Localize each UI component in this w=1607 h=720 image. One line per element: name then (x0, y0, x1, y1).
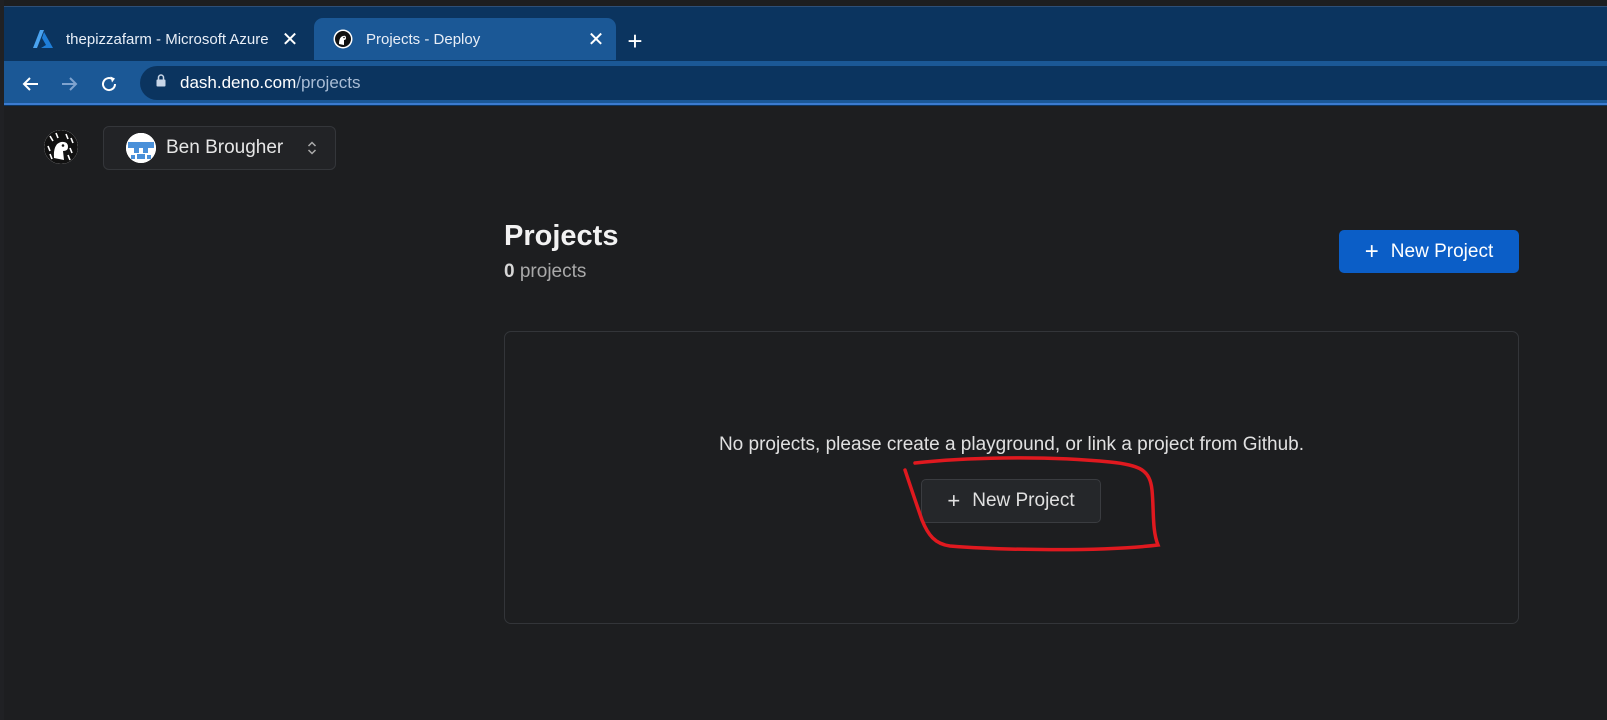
navigation-toolbar: dash.deno.com/projects (4, 61, 1607, 105)
plus-icon: + (627, 25, 643, 56)
close-icon[interactable]: ✕ (276, 25, 304, 53)
arrow-right-icon (62, 77, 78, 91)
user-name: Ben Brougher (166, 137, 284, 158)
deno-icon (332, 28, 354, 50)
reload-icon (102, 76, 117, 92)
avatar (126, 133, 156, 163)
empty-state-new-project-button[interactable]: + New Project (921, 479, 1101, 523)
lock-icon (156, 74, 166, 92)
chevron-updown-icon (307, 140, 317, 156)
project-count: 0 projects (504, 261, 586, 283)
tab-bar: thepizzafarm - Microsoft Azure ✕ Project… (4, 7, 1607, 61)
url-text: dash.deno.com/projects (180, 73, 361, 93)
deno-logo[interactable] (44, 130, 78, 164)
tab-azure[interactable]: thepizzafarm - Microsoft Azure ✕ (14, 18, 310, 60)
back-button[interactable] (16, 69, 46, 99)
arrow-left-icon (22, 77, 38, 91)
address-bar[interactable]: dash.deno.com/projects (140, 66, 1607, 100)
empty-state-button-label: New Project (972, 490, 1075, 511)
browser-chrome: thepizzafarm - Microsoft Azure ✕ Project… (4, 6, 1607, 106)
screen: thepizzafarm - Microsoft Azure ✕ Project… (0, 0, 1607, 720)
reload-button[interactable] (94, 69, 124, 99)
new-tab-button[interactable]: + (620, 26, 650, 56)
page-content: Ben Brougher Projects 0 projects + New P… (4, 106, 1607, 720)
empty-state-message: No projects, please create a playground,… (718, 434, 1305, 455)
new-project-button[interactable]: + New Project (1339, 230, 1519, 273)
empty-state-card: No projects, please create a playground,… (504, 331, 1519, 624)
project-count-number: 0 (504, 261, 515, 282)
plus-icon: + (947, 488, 961, 513)
account-switcher[interactable]: Ben Brougher (103, 126, 336, 170)
page-title: Projects (504, 220, 619, 252)
forward-button[interactable] (54, 69, 84, 99)
close-icon[interactable]: ✕ (582, 25, 610, 53)
url-path: /projects (296, 73, 361, 92)
plus-icon: + (1364, 237, 1379, 265)
new-project-label: New Project (1390, 240, 1494, 262)
url-host: dash.deno.com (180, 73, 297, 92)
project-count-label: projects (519, 261, 587, 282)
tab-title: Projects - Deploy (366, 30, 481, 48)
tab-deploy[interactable]: Projects - Deploy ✕ (314, 18, 616, 60)
tab-title: thepizzafarm - Microsoft Azure (66, 30, 269, 48)
azure-icon (32, 28, 54, 50)
